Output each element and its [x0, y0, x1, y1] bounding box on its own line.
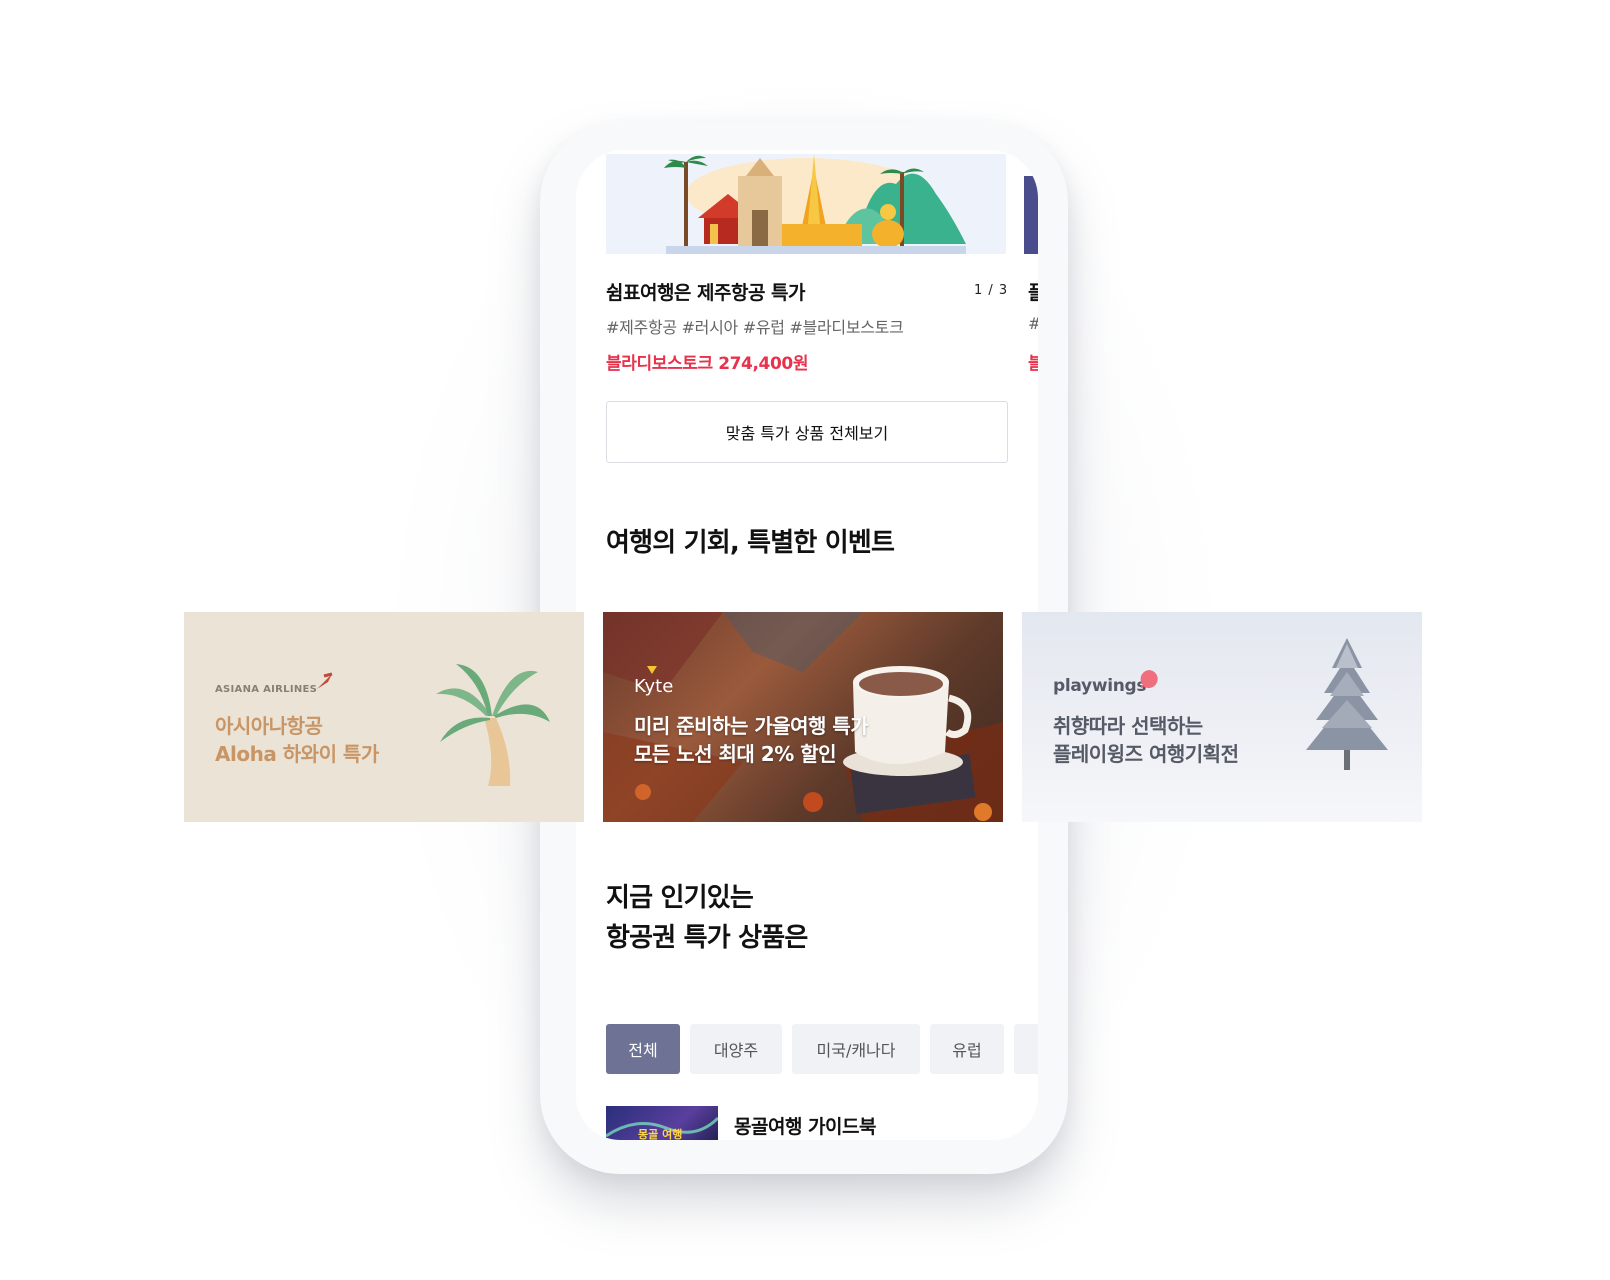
tab-all[interactable]: 전체 [606, 1024, 680, 1074]
aurora-thumbnail-art: 몽골 여행 [606, 1116, 718, 1140]
carousel-pager: 1 / 3 [974, 283, 1009, 298]
list-item-title[interactable]: 몽골여행 가이드북 [734, 1112, 876, 1139]
kyte-banner-line2: 모든 노선 최대 2% 할인 [634, 742, 837, 766]
next-card-title-peek[interactable]: 플 [1028, 278, 1038, 305]
kyte-triangle-icon [647, 666, 657, 674]
playwings-event-banner[interactable]: playwings 취향따라 선택하는 플레이윙즈 여행기획전 [1022, 612, 1422, 822]
next-card-tag-peek: # [1028, 314, 1038, 333]
snowy-tree-illustration [1306, 638, 1388, 770]
kyte-brand-logo: Kyte [634, 676, 674, 697]
kyte-banner-line1: 미리 준비하는 가을여행 특가 [634, 714, 869, 738]
tab-europe[interactable]: 유럽 [930, 1024, 1004, 1074]
events-section-title: 여행의 기회, 특별한 이벤트 [606, 528, 895, 558]
temple-illustration [606, 154, 1006, 254]
kyte-event-banner[interactable]: Kyte 미리 준비하는 가을여행 특가 모든 노선 최대 2% 할인 [603, 612, 1003, 822]
playwings-bubble-icon [1140, 670, 1158, 689]
next-card-image-peek[interactable] [1024, 176, 1038, 254]
featured-card-price: 블라디보스토크 274,400원 [606, 354, 809, 374]
asiana-wing-icon [317, 672, 333, 689]
asiana-banner-line1: 아시아나항공 [215, 714, 323, 738]
tab-oceania[interactable]: 대양주 [690, 1024, 782, 1074]
view-all-deals-button[interactable]: 맞춤 특가 상품 전체보기 [606, 401, 1008, 463]
playwings-brand-logo: playwings [1053, 676, 1147, 696]
asiana-banner-line2: Aloha 하와이 특가 [215, 742, 379, 766]
tab-usa-canada[interactable]: 미국/캐나다 [792, 1024, 920, 1074]
popular-section-title-line1: 지금 인기있는 [606, 883, 754, 913]
popular-section-title-line2: 항공권 특가 상품은 [606, 923, 808, 953]
playwings-banner-line1: 취향따라 선택하는 [1053, 714, 1203, 738]
playwings-banner-line2: 플레이윙즈 여행기획전 [1053, 742, 1239, 766]
featured-card-image[interactable] [606, 154, 1006, 254]
featured-card-title[interactable]: 쉼표여행은 제주항공 특가 [606, 278, 806, 305]
tab-next-peek[interactable] [1014, 1024, 1038, 1074]
featured-card-tags: #제주항공 #러시아 #유럽 #블라디보스토크 [606, 318, 904, 337]
thumbnail-caption: 몽골 여행 [638, 1127, 682, 1140]
next-card-price-peek: 블 [1028, 354, 1038, 374]
palm-tree-icon [436, 664, 550, 786]
list-item-thumbnail[interactable]: 몽골 여행 [606, 1106, 718, 1140]
region-tabs: 전체 대양주 미국/캐나다 유럽 [606, 1024, 1038, 1074]
asiana-event-banner[interactable]: ASIANA AIRLINES 아시아나항공 Aloha 하와이 특가 [184, 612, 584, 822]
asiana-brand-logo: ASIANA AIRLINES [215, 684, 318, 695]
